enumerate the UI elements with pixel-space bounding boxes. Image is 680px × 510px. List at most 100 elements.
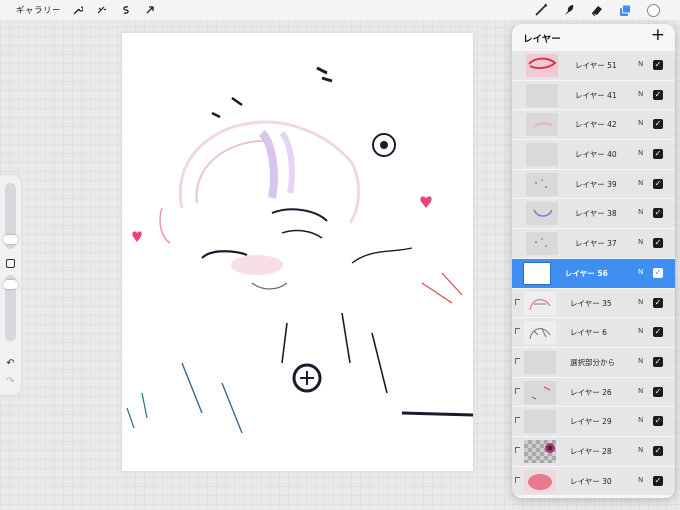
eraser-icon[interactable] [588,2,606,18]
layer-visibility-checkbox[interactable]: ✓ [653,208,663,219]
layer-name: レイヤー 40 [575,150,617,160]
color-picker-icon[interactable] [644,2,662,18]
blend-mode-button[interactable]: N [638,149,643,157]
layer-thumbnail[interactable] [524,380,556,404]
layers-panel: レイヤー + レイヤー 51 N ✓ レイヤー 41 N ✓ レイヤー 42 N ✓ レイヤー 4… [512,24,675,498]
layer-visibility-checkbox[interactable]: ✓ [653,89,663,100]
layer-thumbnail[interactable] [526,172,558,196]
layer-row[interactable]: レイヤー 41 N ✓ [512,80,675,111]
layers-icon[interactable] [616,2,634,18]
layer-visibility-checkbox[interactable]: ✓ [653,60,663,70]
layer-thumbnail[interactable] [526,143,558,167]
layer-visibility-checkbox[interactable]: ✓ [653,297,663,308]
add-layer-button[interactable]: + [651,26,665,44]
transform-arrow-icon[interactable] [143,3,157,17]
layer-row[interactable]: レイヤー 35 N ✓ [512,288,675,319]
blend-mode-button[interactable]: N [638,416,643,424]
layer-thumbnail[interactable] [526,232,558,256]
opacity-thumb[interactable] [3,280,18,289]
clipping-mask-icon [515,387,520,394]
layer-thumbnail[interactable] [526,113,558,137]
artwork [126,66,473,434]
layer-name: レイヤー 26 [570,387,612,397]
layer-row[interactable]: レイヤー 51 N ✓ [512,51,675,81]
layer-thumbnail[interactable] [526,202,558,226]
clipping-mask-icon [515,446,520,453]
layer-thumbnail[interactable] [524,321,556,345]
blend-mode-button[interactable]: N [638,446,643,454]
gallery-button[interactable]: ギャラリー [16,4,61,16]
layer-row[interactable]: レイヤー 56 N ✓ [512,258,675,289]
blend-mode-button[interactable]: N [638,387,643,395]
brush-size-thumb[interactable] [3,235,18,244]
blend-mode-button[interactable]: N [638,298,643,306]
layer-row[interactable]: レイヤー 28 N ✓ [512,436,675,467]
blend-mode-button[interactable]: N [638,60,643,68]
layer-visibility-checkbox[interactable]: ✓ [653,149,663,160]
layer-name: レイヤー 35 [570,298,612,308]
layer-thumbnail[interactable] [524,410,556,434]
eyedropper-square-button[interactable] [6,259,15,268]
layer-name: レイヤー 37 [575,239,617,249]
layer-name: レイヤー 28 [570,446,612,456]
blend-mode-button[interactable]: N [638,90,643,98]
layer-row[interactable]: レイヤー 26 N ✓ [512,377,675,408]
blend-mode-button[interactable]: N [638,357,643,365]
clipping-mask-icon [515,328,520,335]
undo-button[interactable]: ↶ [4,358,17,370]
layer-visibility-checkbox[interactable]: ✓ [653,327,663,338]
blend-mode-button[interactable]: N [638,268,643,276]
actions-wrench-icon[interactable] [71,3,85,17]
selection-s-icon[interactable] [119,3,133,17]
layer-thumbnail[interactable] [526,54,558,77]
layer-row[interactable]: レイヤー 29 N ✓ [512,407,675,437]
layer-visibility-checkbox[interactable]: ✓ [653,178,663,189]
layer-row[interactable]: レイヤー 39 N ✓ [512,169,675,200]
brush-size-slider[interactable] [3,183,18,249]
opacity-slider[interactable] [3,275,18,341]
layers-panel-title: レイヤー [523,34,561,45]
top-toolbar: ギャラリー [0,0,680,20]
layer-row[interactable]: レイヤー 37 N ✓ [512,229,675,259]
layer-name: レイヤー 38 [575,209,617,219]
layer-visibility-checkbox[interactable]: ✓ [653,416,663,427]
layers-panel-header: レイヤー + [512,24,675,49]
layer-thumbnail[interactable] [523,261,551,285]
layer-visibility-checkbox[interactable]: ✓ [653,445,663,456]
layer-name: レイヤー 56 [565,268,608,278]
layer-visibility-checkbox[interactable]: ✓ [653,356,663,367]
adjustments-magic-icon[interactable] [95,3,109,17]
layer-row[interactable]: レイヤー 40 N ✓ [512,140,675,170]
layer-thumbnail[interactable] [524,291,556,315]
layer-thumbnail[interactable] [526,83,558,107]
layer-visibility-checkbox[interactable]: ✓ [653,386,663,397]
layer-thumbnail[interactable] [524,439,556,463]
layer-visibility-checkbox[interactable]: ✓ [653,267,663,278]
layer-visibility-checkbox[interactable]: ✓ [653,119,663,130]
clipping-mask-icon [515,417,520,424]
blend-mode-button[interactable]: N [638,238,643,246]
redo-button[interactable]: ↷ [4,376,17,388]
smudge-icon[interactable] [560,2,578,18]
blend-mode-button[interactable]: N [638,327,643,335]
layer-row[interactable]: レイヤー 30 N ✓ [512,466,675,497]
blend-mode-button[interactable]: N [638,476,643,484]
blend-mode-button[interactable]: N [638,179,643,187]
brush-icon[interactable] [532,2,550,18]
layer-row[interactable]: レイヤー 6 N ✓ [512,318,675,348]
layer-row[interactable]: 選択部分から N ✓ [512,347,675,378]
layer-row[interactable]: レイヤー 42 N ✓ [512,110,675,141]
layer-row[interactable]: レイヤー 38 N ✓ [512,199,675,230]
layer-list: レイヤー 51 N ✓ レイヤー 41 N ✓ レイヤー 42 N ✓ レイヤー 40 N ✓ レイヤー… [512,51,675,497]
drawing-canvas[interactable] [122,33,473,471]
layer-name: レイヤー 30 [570,476,612,486]
layer-visibility-checkbox[interactable]: ✓ [653,238,663,249]
clipping-mask-icon [515,357,520,364]
layer-thumbnail[interactable] [524,469,556,493]
blend-mode-button[interactable]: N [638,119,643,127]
layer-name: 選択部分から [570,357,615,367]
layer-thumbnail[interactable] [524,350,556,374]
clipping-mask-icon [515,476,520,483]
blend-mode-button[interactable]: N [638,208,643,216]
layer-visibility-checkbox[interactable]: ✓ [653,475,663,486]
